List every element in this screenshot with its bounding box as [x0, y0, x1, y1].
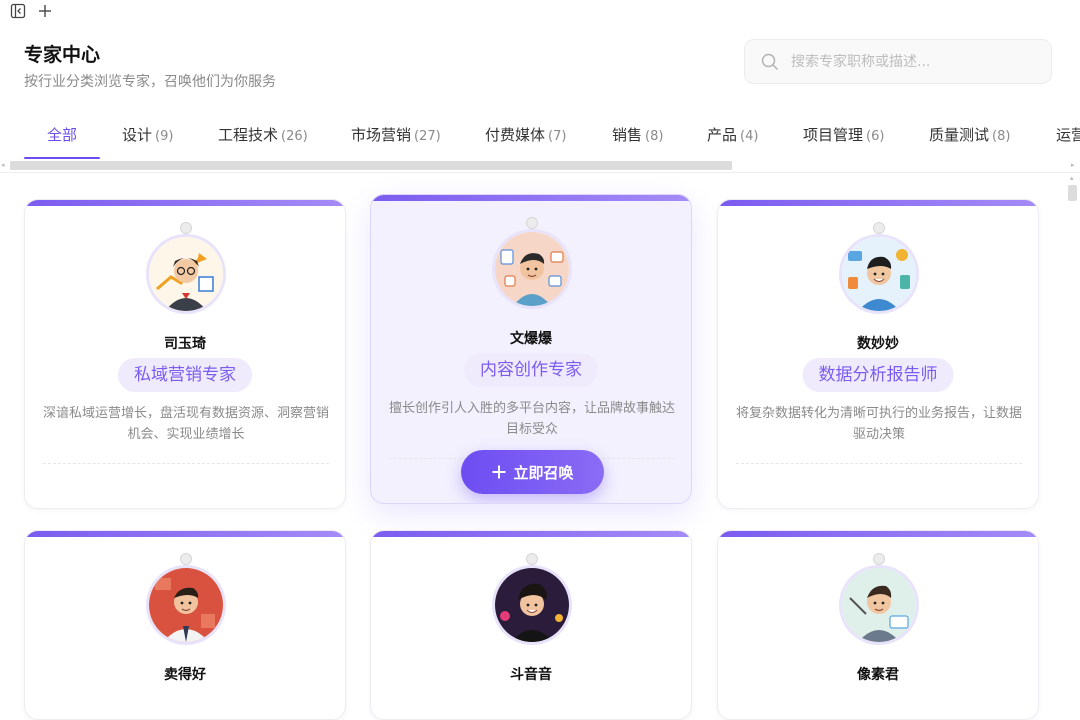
tab-marketing[interactable]: 市场营销 (27) — [351, 124, 441, 145]
expert-card[interactable]: 像素君 — [717, 530, 1039, 720]
page-scrollbar-thumb[interactable] — [1068, 185, 1077, 201]
tab-operations[interactable]: 运营 — [1056, 124, 1080, 145]
expert-description: 擅长创作引人入胜的多平台内容，让品牌故事触达目标受众 — [389, 401, 676, 437]
tabs-scrollbar-thumb[interactable] — [10, 161, 732, 170]
active-tab-indicator — [24, 157, 100, 159]
card-hanger — [526, 553, 538, 565]
tab-count: (4) — [740, 129, 759, 144]
tab-count: (8) — [992, 129, 1011, 144]
expert-title-badge: 数据分析报告师 — [802, 358, 954, 392]
scroll-left-arrow-icon[interactable]: ◂ — [1, 161, 5, 169]
expert-title-badge: 内容创作专家 — [464, 353, 598, 387]
sidebar-collapse-icon — [10, 3, 26, 19]
plus-icon — [492, 465, 506, 479]
tab-label: 产品 — [707, 126, 738, 144]
tab-all[interactable]: 全部 — [47, 124, 77, 145]
expert-card[interactable]: 斗音音 — [370, 530, 692, 720]
tab-qa[interactable]: 质量测试 (8) — [929, 124, 1010, 145]
expert-name: 斗音音 — [510, 667, 552, 683]
tab-count: (27) — [414, 129, 441, 144]
tab-label: 销售 — [612, 126, 643, 144]
expert-card-featured[interactable]: 文爆爆 内容创作专家 擅长创作引人入胜的多平台内容，让品牌故事触达目标受众 立即… — [370, 194, 692, 504]
card-accent-bar — [718, 531, 1038, 537]
expert-card[interactable]: 数妙妙 数据分析报告师 将复杂数据转化为清晰可执行的业务报告，让数据驱动决策 — [717, 199, 1039, 509]
expert-name: 像素君 — [857, 667, 899, 683]
search-input[interactable] — [789, 52, 1033, 71]
card-hanger — [180, 553, 192, 565]
expert-description: 深谙私域运营增长，盘活现有数据资源、洞察营销机会、实现业绩增长 — [43, 406, 330, 442]
card-hanger — [873, 222, 885, 234]
avatar — [146, 234, 226, 314]
expert-name: 文爆爆 — [510, 331, 552, 347]
avatar — [839, 565, 919, 645]
card-accent-bar — [25, 531, 345, 537]
summon-button[interactable]: 立即召唤 — [461, 450, 604, 494]
avatar — [839, 234, 919, 314]
expert-name: 卖得好 — [164, 667, 206, 683]
tab-label: 付费媒体 — [485, 126, 546, 144]
expert-description: 将复杂数据转化为清晰可执行的业务报告，让数据驱动决策 — [736, 406, 1023, 442]
tab-count: (9) — [155, 129, 174, 144]
card-divider — [736, 463, 1022, 464]
new-tab-button[interactable] — [36, 2, 54, 20]
tab-count: (26) — [281, 129, 308, 144]
tab-label: 工程技术 — [218, 126, 279, 144]
tab-project-management[interactable]: 项目管理 (6) — [803, 124, 884, 145]
card-accent-bar — [371, 195, 691, 201]
tab-count: (8) — [645, 129, 664, 144]
summon-button-label: 立即召唤 — [513, 463, 574, 482]
category-tabs: 全部 设计 (9) 工程技术 (26) 市场营销 (27) 付费媒体 (7) 销售 (8)… — [0, 112, 1080, 160]
avatar — [492, 565, 572, 645]
tab-count: (7) — [548, 129, 567, 144]
top-bar — [0, 0, 1080, 24]
card-hanger — [180, 222, 192, 234]
page-title: 专家中心 — [24, 44, 101, 66]
tab-label: 项目管理 — [803, 126, 864, 144]
card-hanger — [526, 217, 538, 229]
avatar — [146, 565, 226, 645]
tab-paid-media[interactable]: 付费媒体 (7) — [485, 124, 566, 145]
avatar — [492, 229, 572, 309]
header-divider — [0, 172, 1080, 173]
tab-label: 市场营销 — [351, 126, 412, 144]
card-divider — [43, 463, 329, 464]
plus-icon — [39, 5, 51, 17]
search-icon — [761, 53, 779, 70]
tab-label: 全部 — [47, 126, 78, 144]
tab-engineering[interactable]: 工程技术 (26) — [218, 124, 308, 145]
tab-label: 设计 — [122, 126, 153, 144]
search-box[interactable] — [744, 39, 1052, 84]
card-accent-bar — [25, 200, 345, 206]
tab-sales[interactable]: 销售 (8) — [612, 124, 663, 145]
page-subtitle: 按行业分类浏览专家，召唤他们为你服务 — [24, 74, 276, 90]
tab-label: 运营 — [1056, 126, 1080, 144]
expert-card[interactable]: 卖得好 — [24, 530, 346, 720]
tab-design[interactable]: 设计 (9) — [122, 124, 173, 145]
scroll-up-arrow-icon[interactable]: ▴ — [1070, 174, 1074, 182]
expert-name: 司玉琦 — [164, 336, 206, 352]
scroll-right-arrow-icon[interactable]: ▸ — [1071, 161, 1075, 169]
card-accent-bar — [718, 200, 1038, 206]
expert-name: 数妙妙 — [857, 336, 899, 352]
card-hanger — [873, 553, 885, 565]
tab-label: 质量测试 — [929, 126, 990, 144]
tab-product[interactable]: 产品 (4) — [707, 124, 758, 145]
card-accent-bar — [371, 531, 691, 537]
tab-count: (6) — [866, 129, 885, 144]
expert-card[interactable]: 司玉琦 私域营销专家 深谙私域运营增长，盘活现有数据资源、洞察营销机会、实现业绩… — [24, 199, 346, 509]
sidebar-toggle-button[interactable] — [9, 2, 27, 20]
expert-title-badge: 私域营销专家 — [118, 358, 252, 392]
